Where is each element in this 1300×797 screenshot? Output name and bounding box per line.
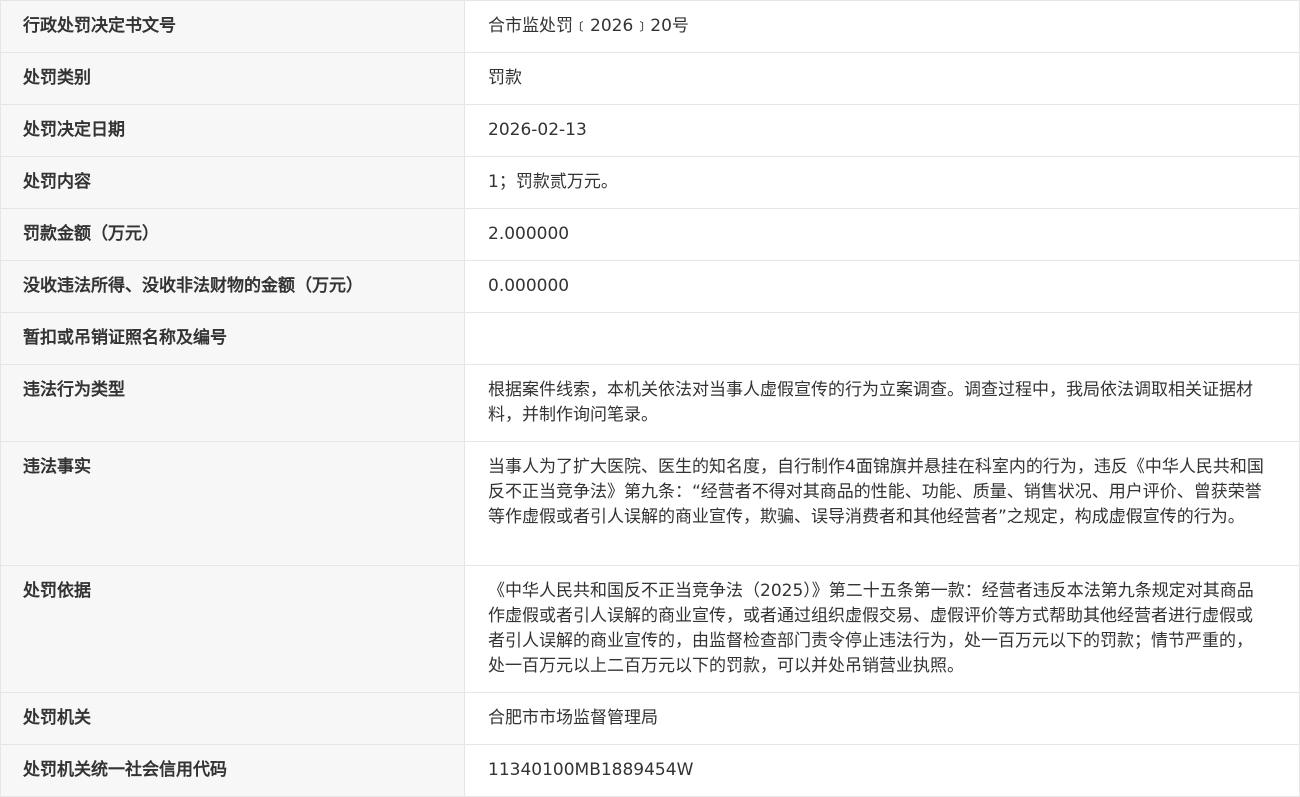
violation-facts-value: 当事人为了扩大医院、医生的知名度，自行制作4面锦旗并悬挂在科室内的行为，违反《中… (464, 441, 1300, 566)
table-row: 暂扣或吊销证照名称及编号 (0, 312, 1300, 365)
penalty-authority-label: 处罚机关 (0, 692, 465, 745)
penalty-category-label: 处罚类别 (0, 52, 465, 105)
penalty-content-label: 处罚内容 (0, 156, 465, 209)
table-row: 违法事实 当事人为了扩大医院、医生的知名度，自行制作4面锦旗并悬挂在科室内的行为… (0, 441, 1300, 566)
decision-number-value: 合市监处罚﹝2026﹞20号 (464, 0, 1300, 53)
table-row: 没收违法所得、没收非法财物的金额（万元） 0.000000 (0, 260, 1300, 313)
penalty-authority-value: 合肥市市场监督管理局 (464, 692, 1300, 745)
table-row: 处罚类别 罚款 (0, 52, 1300, 105)
table-row: 处罚机关 合肥市市场监督管理局 (0, 692, 1300, 745)
fine-amount-value: 2.000000 (464, 208, 1300, 261)
confiscation-amount-label: 没收违法所得、没收非法财物的金额（万元） (0, 260, 465, 313)
credit-code-label: 处罚机关统一社会信用代码 (0, 744, 465, 797)
decision-date-value: 2026-02-13 (464, 104, 1300, 157)
license-revocation-value (464, 312, 1300, 365)
decision-date-label: 处罚决定日期 (0, 104, 465, 157)
violation-type-value: 根据案件线索，本机关依法对当事人虚假宣传的行为立案调查。调查过程中，我局依法调取… (464, 364, 1300, 442)
decision-number-label: 行政处罚决定书文号 (0, 0, 465, 53)
table-row: 违法行为类型 根据案件线索，本机关依法对当事人虚假宣传的行为立案调查。调查过程中… (0, 364, 1300, 442)
confiscation-amount-value: 0.000000 (464, 260, 1300, 313)
table-row: 罚款金额（万元） 2.000000 (0, 208, 1300, 261)
table-row: 处罚决定日期 2026-02-13 (0, 104, 1300, 157)
table-row: 处罚机关统一社会信用代码 11340100MB1889454W (0, 744, 1300, 797)
violation-facts-label: 违法事实 (0, 441, 465, 566)
penalty-category-value: 罚款 (464, 52, 1300, 105)
table-row: 处罚内容 1；罚款贰万元。 (0, 156, 1300, 209)
fine-amount-label: 罚款金额（万元） (0, 208, 465, 261)
penalty-content-value: 1；罚款贰万元。 (464, 156, 1300, 209)
violation-type-label: 违法行为类型 (0, 364, 465, 442)
penalty-detail-table: 行政处罚决定书文号 合市监处罚﹝2026﹞20号 处罚类别 罚款 处罚决定日期 … (0, 0, 1300, 797)
license-revocation-label: 暂扣或吊销证照名称及编号 (0, 312, 465, 365)
penalty-basis-label: 处罚依据 (0, 565, 465, 693)
credit-code-value: 11340100MB1889454W (464, 744, 1300, 797)
table-row: 处罚依据 《中华人民共和国反不正当竞争法（2025）》第二十五条第一款：经营者违… (0, 565, 1300, 693)
table-row: 行政处罚决定书文号 合市监处罚﹝2026﹞20号 (0, 0, 1300, 53)
penalty-basis-value: 《中华人民共和国反不正当竞争法（2025）》第二十五条第一款：经营者违反本法第九… (464, 565, 1300, 693)
